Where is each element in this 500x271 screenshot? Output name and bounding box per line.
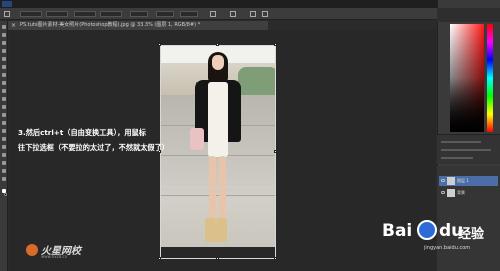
hxsd-watermark-url: www.hxsd.cn xyxy=(41,254,68,259)
lasso-tool-icon[interactable] xyxy=(2,41,6,45)
tools-panel xyxy=(0,21,8,271)
transform-handle-top[interactable] xyxy=(216,43,219,46)
instruction-line-2: 往下拉选框（不要拉的太过了，不然就太假了） xyxy=(18,143,169,152)
baidu-jingyan-url: jingyan.baidu.com xyxy=(424,245,471,251)
instruction-line-1: 3.然后ctrl+t（自由变换工具），用鼠标 xyxy=(18,128,146,137)
transform-handle-bottom[interactable] xyxy=(216,257,219,260)
skew-v-field[interactable] xyxy=(180,11,198,17)
type-tool-icon[interactable] xyxy=(2,145,6,149)
interpolation-icon[interactable] xyxy=(210,11,216,17)
baidu-jingyan-watermark: Bai du 经验 jingyan.baidu.com xyxy=(382,218,492,251)
stamp-tool-icon[interactable] xyxy=(2,89,6,93)
layer-row-selected[interactable]: 图层 1 xyxy=(439,176,498,186)
baidu-paw-icon xyxy=(417,220,437,240)
rotate-field[interactable] xyxy=(130,11,148,17)
instruction-text: 3.然后ctrl+t（自由变换工具），用鼠标 往下拉选框（不要拉的太过了，不然就… xyxy=(18,125,198,155)
hand-tool-icon[interactable] xyxy=(2,169,6,173)
transform-handle-top-left[interactable] xyxy=(158,43,161,46)
crop-tool-icon[interactable] xyxy=(2,57,6,61)
move-tool-icon[interactable] xyxy=(2,25,6,29)
document-title: PS.tuts图片素材-美女照片(Photoshop教程).jpg @ 33.3… xyxy=(20,22,201,28)
move-tool-icon[interactable] xyxy=(4,11,10,17)
brush-tool-icon[interactable] xyxy=(2,81,6,85)
transform-handle-bottom-right[interactable] xyxy=(274,257,277,260)
y-field[interactable] xyxy=(46,11,68,17)
width-field[interactable] xyxy=(74,11,96,17)
commit-transform-icon[interactable] xyxy=(262,11,268,17)
panel-tab-row[interactable] xyxy=(441,149,491,151)
x-field[interactable] xyxy=(20,11,42,17)
layer-name: 背景 xyxy=(457,190,465,195)
shape-tool-icon[interactable] xyxy=(2,161,6,165)
blur-tool-icon[interactable] xyxy=(2,121,6,125)
marquee-tool-icon[interactable] xyxy=(2,33,6,37)
eraser-tool-icon[interactable] xyxy=(2,105,6,109)
hue-slider[interactable] xyxy=(487,24,493,132)
photoshop-logo-icon xyxy=(2,1,12,7)
transform-handle-right[interactable] xyxy=(274,150,277,153)
cancel-transform-icon[interactable] xyxy=(250,11,256,17)
layer-thumbnail xyxy=(447,189,455,197)
skew-h-field[interactable] xyxy=(156,11,174,17)
path-select-icon[interactable] xyxy=(2,153,6,157)
eye-icon[interactable] xyxy=(441,191,445,194)
layer-row[interactable]: 背景 xyxy=(439,188,498,198)
baidu-jingyan-label: 经验 xyxy=(458,227,485,242)
healing-tool-icon[interactable] xyxy=(2,73,6,77)
layer-name: 图层 1 xyxy=(457,178,469,183)
options-bar xyxy=(0,8,500,20)
history-brush-icon[interactable] xyxy=(2,97,6,101)
hxsd-logo-icon xyxy=(26,244,38,256)
adjustments-panel xyxy=(437,134,500,164)
panel-tab-row[interactable] xyxy=(441,157,473,159)
transform-handle-bottom-left[interactable] xyxy=(158,257,161,260)
pen-tool-icon[interactable] xyxy=(2,137,6,141)
eyedropper-tool-icon[interactable] xyxy=(2,65,6,69)
eye-icon[interactable] xyxy=(441,179,445,182)
close-icon[interactable]: × xyxy=(11,21,16,30)
gradient-tool-icon[interactable] xyxy=(2,113,6,117)
warp-icon[interactable] xyxy=(230,11,236,17)
color-picker-shade xyxy=(450,24,484,132)
quick-select-tool-icon[interactable] xyxy=(2,49,6,53)
baidu-wordmark-bai: Bai xyxy=(382,221,413,241)
height-field[interactable] xyxy=(100,11,122,17)
menu-bar xyxy=(0,0,500,8)
transform-handle-top-right[interactable] xyxy=(274,43,277,46)
panel-tab-row[interactable] xyxy=(441,141,481,143)
color-panel-header xyxy=(437,8,500,22)
layer-thumbnail xyxy=(447,177,455,185)
zoom-tool-icon[interactable] xyxy=(2,177,6,181)
document-tab[interactable]: × PS.tuts图片素材-美女照片(Photoshop教程).jpg @ 33… xyxy=(8,21,268,30)
dodge-tool-icon[interactable] xyxy=(2,129,6,133)
background-color-swatch[interactable] xyxy=(4,193,7,196)
